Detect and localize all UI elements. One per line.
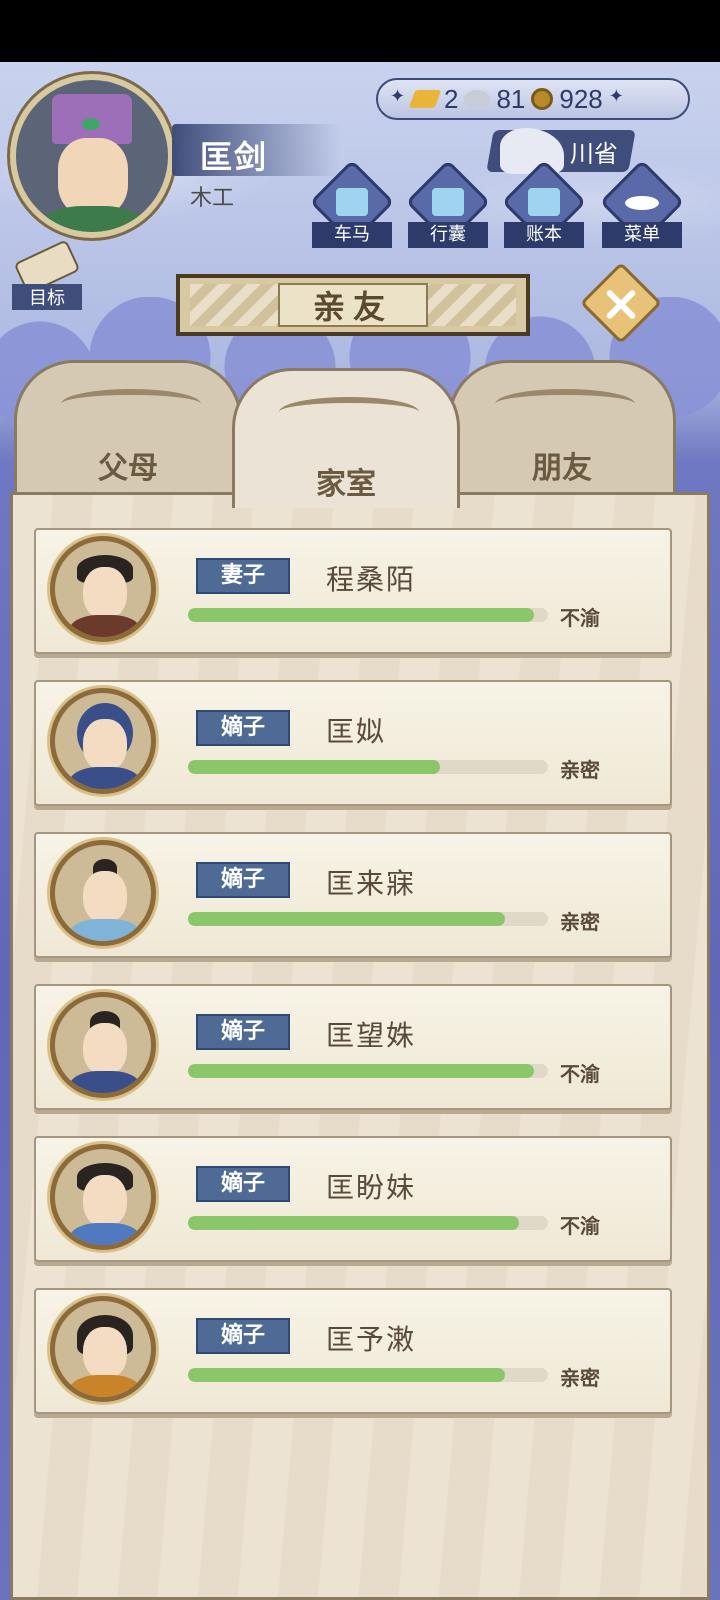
ledger-button[interactable]: 账本 xyxy=(501,159,587,252)
portrait-face xyxy=(83,1175,127,1227)
avatar-face xyxy=(58,138,128,216)
currency-bar: ✦ 2 81 928 ✦ xyxy=(376,78,690,120)
affinity-status: 亲密 xyxy=(560,910,600,934)
ledger-label: 账本 xyxy=(504,222,584,248)
member-row[interactable]: 嫡子 匡予潄 亲密 xyxy=(34,1288,672,1414)
portrait-robe xyxy=(69,615,141,637)
affinity-fill xyxy=(188,912,505,926)
cloud-ornament-icon xyxy=(61,389,201,419)
player-occupation: 木工 xyxy=(190,186,235,211)
carriage-icon xyxy=(336,188,368,216)
portrait-face xyxy=(83,1023,127,1075)
affinity-bar xyxy=(188,1064,548,1078)
portrait-robe xyxy=(69,919,141,941)
member-row[interactable]: 妻子 程桑陌 不渝 xyxy=(34,528,672,654)
portrait-robe xyxy=(69,767,141,789)
tab-parents[interactable]: 父母 xyxy=(14,360,242,500)
page-title: 亲友 xyxy=(278,283,428,327)
affinity-bar xyxy=(188,760,548,774)
silver-ingot-icon xyxy=(464,90,491,108)
affinity-fill xyxy=(188,1064,534,1078)
affinity-status: 亲密 xyxy=(560,758,600,782)
member-name: 匡予潄 xyxy=(326,1323,417,1356)
affinity-status: 亲密 xyxy=(560,1366,600,1390)
gold-ingot-icon xyxy=(408,90,442,108)
member-row[interactable]: 嫡子 匡望姝 不渝 xyxy=(34,984,672,1110)
portrait-face xyxy=(83,871,127,923)
affinity-bar xyxy=(188,608,548,622)
menu-label: 菜单 xyxy=(602,222,682,248)
member-name: 匡来寐 xyxy=(326,867,417,900)
relation-badge: 嫡子 xyxy=(196,862,290,898)
tab-household[interactable]: 家室 xyxy=(232,368,460,508)
portrait-robe xyxy=(69,1375,141,1397)
ledger-icon xyxy=(528,188,560,216)
tab-friends[interactable]: 朋友 xyxy=(448,360,676,500)
affinity-bar xyxy=(188,1216,548,1230)
member-portrait xyxy=(50,992,156,1098)
tab-label: 朋友 xyxy=(532,451,592,486)
player-avatar[interactable] xyxy=(10,74,174,238)
member-portrait xyxy=(50,536,156,642)
bag-label: 行囊 xyxy=(408,222,488,248)
relation-badge: 嫡子 xyxy=(196,1014,290,1050)
bamboo-icon: ✦ xyxy=(390,86,406,106)
silver-amount: 81 xyxy=(496,83,526,114)
cloud-ornament-icon xyxy=(279,397,419,427)
goal-button[interactable]: 目标 xyxy=(12,239,82,310)
member-name: 匡望姝 xyxy=(326,1019,417,1052)
member-name: 程桑陌 xyxy=(326,563,417,596)
carriage-label: 车马 xyxy=(312,222,392,248)
member-portrait xyxy=(50,1296,156,1402)
affinity-status: 不渝 xyxy=(560,606,600,630)
goal-label: 目标 xyxy=(12,284,82,310)
portrait-face xyxy=(83,719,127,771)
affinity-bar xyxy=(188,1368,548,1382)
member-row[interactable]: 嫡子 匡盼妹 不渝 xyxy=(34,1136,672,1262)
portrait-robe xyxy=(69,1223,141,1245)
carriage-button[interactable]: 车马 xyxy=(309,159,395,252)
bag-button[interactable]: 行囊 xyxy=(405,159,491,252)
member-portrait xyxy=(50,840,156,946)
affinity-status: 不渝 xyxy=(560,1214,600,1238)
copper-amount: 928 xyxy=(559,83,603,114)
menu-button[interactable]: 菜单 xyxy=(599,159,685,252)
affinity-bar xyxy=(188,912,548,926)
member-row[interactable]: 嫡子 匡来寐 亲密 xyxy=(34,832,672,958)
bamboo-icon: ✦ xyxy=(608,86,624,106)
member-portrait xyxy=(50,1144,156,1250)
portrait-face xyxy=(83,567,127,619)
portrait-face xyxy=(83,1327,127,1379)
affinity-status: 不渝 xyxy=(560,1062,600,1086)
gold-amount: 2 xyxy=(444,83,459,114)
tab-label: 家室 xyxy=(316,467,376,502)
tab-label: 父母 xyxy=(98,451,158,486)
relation-badge: 妻子 xyxy=(196,558,290,594)
location-label: 川省 xyxy=(570,139,618,168)
relation-badge: 嫡子 xyxy=(196,710,290,746)
cloud-ornament-icon xyxy=(495,389,635,419)
bag-icon xyxy=(432,188,464,216)
relation-badge: 嫡子 xyxy=(196,1318,290,1354)
hat-gem xyxy=(82,118,100,130)
member-name: 匡姒 xyxy=(326,715,387,748)
affinity-fill xyxy=(188,1368,505,1382)
member-row[interactable]: 嫡子 匡姒 亲密 xyxy=(34,680,672,806)
status-bar xyxy=(0,0,720,62)
copper-coin-icon xyxy=(531,88,554,110)
affinity-fill xyxy=(188,608,534,622)
more-icon xyxy=(625,196,659,210)
relation-badge: 嫡子 xyxy=(196,1166,290,1202)
player-name: 匡剑 xyxy=(200,138,269,176)
member-name: 匡盼妹 xyxy=(326,1171,417,1204)
affinity-fill xyxy=(188,1216,520,1230)
title-banner: 亲友 xyxy=(176,274,530,336)
affinity-fill xyxy=(188,760,440,774)
member-portrait xyxy=(50,688,156,794)
portrait-robe xyxy=(69,1071,141,1093)
